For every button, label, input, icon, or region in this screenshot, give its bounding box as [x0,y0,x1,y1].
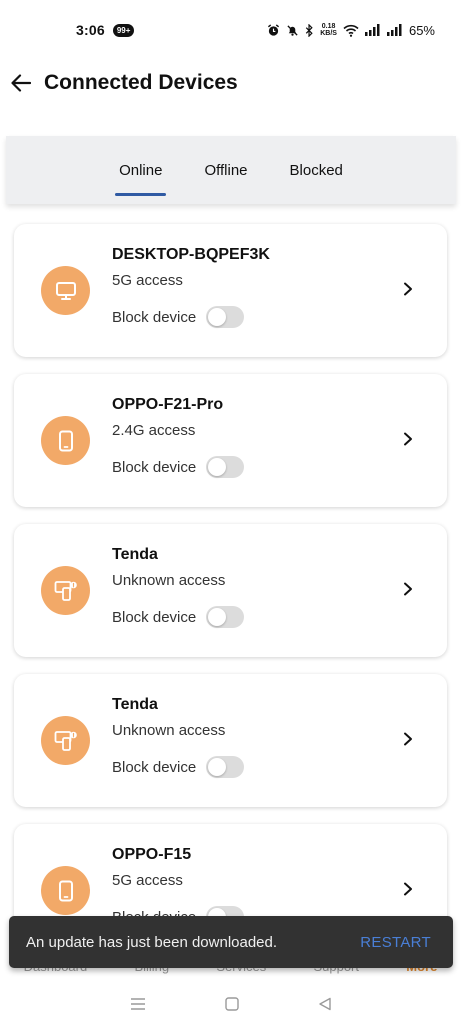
monitor-icon [55,281,76,300]
snackbar-message: An update has just been downloaded. [26,933,278,951]
device-icon-circle [41,716,90,765]
chevron-right-icon [404,732,412,746]
chevron-right-icon [404,882,412,896]
block-row: Block device [112,606,245,628]
back-triangle-icon[interactable] [318,997,332,1011]
chevron-right-icon [404,282,412,296]
wifi-icon [343,24,359,37]
update-snackbar: An update has just been downloaded. REST… [9,916,453,968]
device-icon-circle [41,866,90,915]
block-row: Block device [112,306,245,328]
net-speed-value: 0.18 [321,23,336,30]
block-label: Block device [112,308,197,326]
unknown-device-icon [54,730,77,751]
block-row: Block device [112,756,245,778]
toggle-knob [208,308,227,326]
menu-icon[interactable] [130,998,146,1010]
device-name: OPPO-F21-Pro [112,396,224,413]
block-device-toggle[interactable] [206,606,245,628]
restart-button[interactable]: RESTART [360,934,431,951]
device-access: 2.4G access [112,422,196,439]
device-icon-circle [41,266,90,315]
tab-blocked[interactable]: Blocked [269,136,364,204]
status-icons: 0.18 KB/S 65% [267,23,435,38]
device-access: 5G access [112,272,183,289]
device-name: Tenda [112,696,158,713]
alarm-icon [267,23,280,37]
chevron-right-icon [404,582,412,596]
block-device-toggle[interactable] [206,456,245,478]
device-card[interactable]: DESKTOP-BQPEF3K 5G access Block device [14,224,447,357]
device-card[interactable]: OPPO-F21-Pro 2.4G access Block device [14,374,447,507]
page-title: Connected Devices [44,71,238,94]
device-card[interactable]: Tenda Unknown access Block device [14,524,447,657]
battery-level: 65% [408,22,435,38]
device-access: Unknown access [112,722,226,739]
status-bar: 3:06 99+ 0.18 KB/S 65% [0,0,461,60]
bluetooth-icon [305,23,314,37]
app-header: Connected Devices [0,60,461,106]
unknown-device-icon [54,580,77,601]
phone-icon [58,880,73,901]
device-card[interactable]: Tenda Unknown access Block device [14,674,447,807]
signal-icon-1 [364,24,381,36]
system-nav-bar [0,984,461,1024]
back-arrow-icon [11,74,31,92]
device-name: DESKTOP-BQPEF3K [112,246,270,263]
device-access: Unknown access [112,572,226,589]
phone-icon [58,430,73,451]
block-row: Block device [112,456,245,478]
block-label: Block device [112,758,197,776]
net-speed-unit: KB/S [320,30,337,37]
block-label: Block device [112,608,197,626]
device-name: Tenda [112,546,158,563]
tab-offline[interactable]: Offline [183,136,268,204]
status-time: 3:06 [76,22,105,38]
mute-icon [286,24,299,37]
device-icon-circle [41,566,90,615]
toggle-knob [208,608,227,626]
signal-icon-2 [386,24,403,36]
device-icon-circle [41,416,90,465]
net-speed: 0.18 KB/S [320,23,337,37]
device-access: 5G access [112,872,183,889]
block-label: Block device [112,458,197,476]
back-button[interactable] [8,70,34,96]
home-icon[interactable] [224,997,239,1011]
notification-badge: 99+ [112,23,135,37]
block-device-toggle[interactable] [206,306,245,328]
block-device-toggle[interactable] [206,756,245,778]
device-name: OPPO-F15 [112,846,192,863]
chevron-right-icon [404,432,412,446]
tab-online[interactable]: Online [98,136,183,204]
toggle-knob [208,758,227,776]
device-tabs: Online Offline Blocked [6,136,456,204]
toggle-knob [208,458,227,476]
